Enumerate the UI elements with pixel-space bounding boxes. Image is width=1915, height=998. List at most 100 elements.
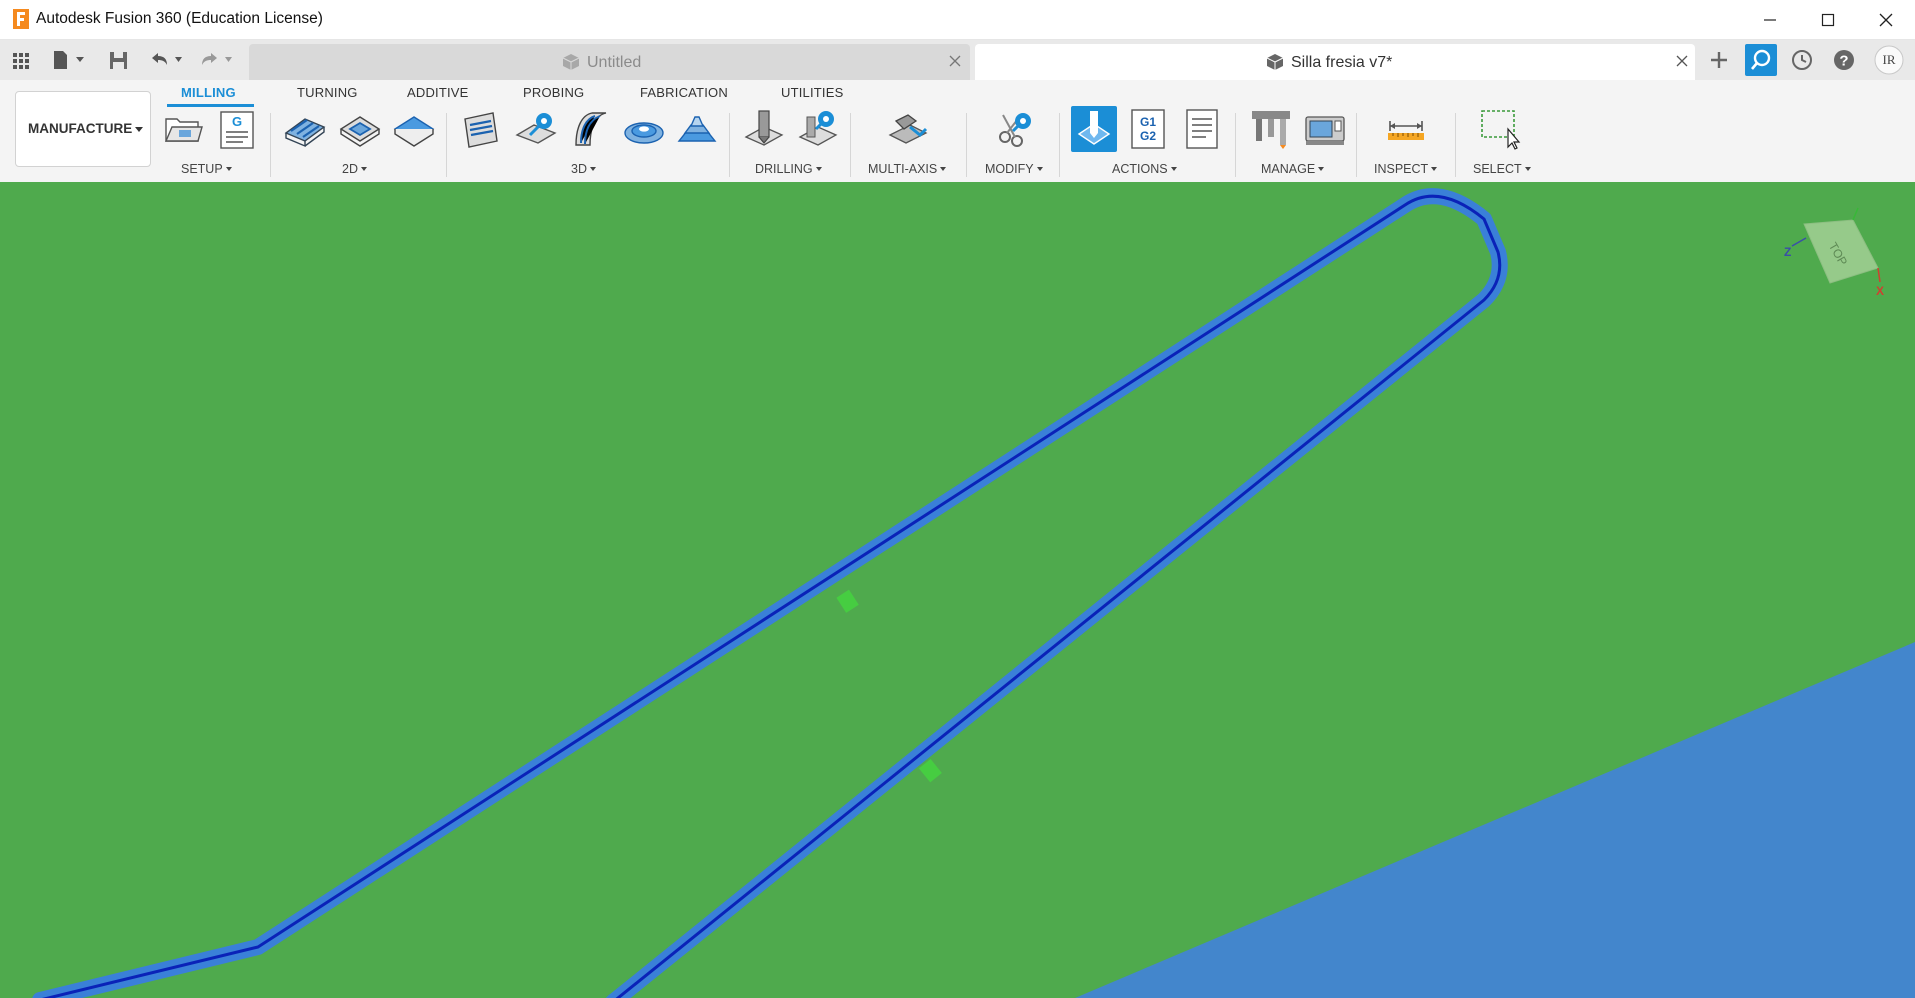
tab-utilities[interactable]: UTILITIES — [781, 85, 843, 100]
group-label-2d[interactable]: 2D — [342, 162, 367, 176]
redo-button[interactable] — [197, 44, 237, 76]
tab-turning[interactable]: TURNING — [297, 85, 358, 100]
drill-icon[interactable] — [742, 107, 786, 151]
group-label-3d[interactable]: 3D — [571, 162, 596, 176]
hole-recognition-icon[interactable] — [796, 107, 840, 151]
multi-axis-icon[interactable] — [886, 107, 930, 151]
2d-adaptive-icon[interactable] — [283, 107, 327, 151]
window-select-icon[interactable] — [1478, 107, 1522, 151]
apps-grid-button[interactable] — [10, 44, 34, 76]
file-menu-button[interactable] — [50, 44, 90, 76]
adaptive-clearing-icon[interactable] — [459, 107, 503, 151]
tool-library-icon[interactable] — [1249, 107, 1293, 151]
document-cube-icon — [562, 54, 580, 70]
tab-fabrication[interactable]: FABRICATION — [640, 85, 728, 100]
close-tab-icon[interactable] — [949, 55, 961, 67]
undo-button[interactable] — [147, 44, 187, 76]
new-tab-button[interactable] — [1704, 45, 1734, 75]
close-window-button[interactable] — [1857, 0, 1915, 39]
fusion360-window: Autodesk Fusion 360 (Education License) — [0, 0, 1915, 998]
chevron-down-icon — [815, 167, 822, 171]
tab-additive[interactable]: ADDITIVE — [407, 85, 469, 100]
chevron-down-icon — [135, 127, 143, 132]
group-label-modify[interactable]: MODIFY — [985, 162, 1043, 176]
group-divider — [446, 113, 447, 177]
chevron-down-icon — [1524, 167, 1531, 171]
file-icon — [54, 51, 84, 69]
steep-shallow-icon[interactable] — [568, 107, 612, 151]
post-process-icon[interactable]: G1 G2 — [1126, 107, 1170, 151]
extensions-button[interactable] — [1745, 44, 1777, 76]
group-label-drilling[interactable]: DRILLING — [755, 162, 822, 176]
machine-library-icon[interactable] — [1303, 107, 1347, 151]
tab-label: Untitled — [587, 54, 642, 71]
svg-text:G1: G1 — [1140, 115, 1156, 129]
contour-icon[interactable] — [675, 107, 719, 151]
group-divider — [1455, 113, 1456, 177]
close-icon — [1879, 13, 1893, 27]
help-icon: ? — [1834, 50, 1854, 70]
fusion-logo-icon — [13, 9, 29, 29]
group-label-actions[interactable]: ACTIONS — [1112, 162, 1177, 176]
workspace-switcher[interactable]: MANUFACTURE — [15, 91, 151, 167]
chevron-down-icon — [1036, 167, 1043, 171]
scallop-icon[interactable] — [622, 107, 666, 151]
chevron-down-icon — [940, 167, 947, 171]
group-divider — [850, 113, 851, 177]
new-tab-plus-icon — [1711, 52, 1727, 68]
maximize-button[interactable] — [1799, 0, 1857, 39]
chevron-down-icon — [1318, 167, 1325, 171]
tab-untitled[interactable]: Untitled — [249, 44, 970, 80]
minimize-button[interactable] — [1741, 0, 1799, 39]
group-divider — [1235, 113, 1236, 177]
extensions-icon — [1751, 49, 1771, 70]
simulate-icon[interactable] — [1071, 106, 1117, 152]
group-label-multi-axis[interactable]: MULTI-AXIS — [868, 162, 947, 176]
ribbon-toolbar: MANUFACTURE MILLING TURNING ADDITIVE PRO… — [0, 80, 1915, 183]
workspace-label: MANUFACTURE — [28, 121, 133, 136]
window-title: Autodesk Fusion 360 (Education License) — [36, 10, 323, 27]
apps-grid-icon — [13, 53, 29, 69]
user-avatar[interactable]: IR — [1873, 44, 1905, 76]
svg-text:G2: G2 — [1140, 129, 1156, 143]
tab-milling[interactable]: MILLING — [181, 85, 236, 100]
chevron-down-icon — [225, 167, 232, 171]
document-tab-bar: Untitled Silla fresia v7* ? IR — [0, 40, 1915, 80]
measure-icon[interactable] — [1384, 107, 1428, 151]
user-initials: IR — [1882, 52, 1896, 67]
chevron-down-icon — [360, 167, 367, 171]
group-label-manage[interactable]: MANAGE — [1261, 162, 1325, 176]
face-icon[interactable] — [392, 107, 436, 151]
group-label-select[interactable]: SELECT — [1473, 162, 1531, 176]
group-divider — [729, 113, 730, 177]
job-status-button[interactable] — [1787, 45, 1817, 75]
title-bar: Autodesk Fusion 360 (Education License) — [0, 0, 1915, 40]
modify-icon[interactable] — [993, 107, 1037, 151]
graphics-canvas[interactable]: TOP Z X — [0, 182, 1915, 998]
chevron-down-icon — [1170, 167, 1177, 171]
group-label-setup[interactable]: SETUP — [181, 162, 232, 176]
setup-folder-icon[interactable] — [162, 107, 206, 151]
svg-text:?: ? — [1839, 53, 1848, 70]
job-status-clock-icon — [1792, 50, 1812, 70]
tab-probing[interactable]: PROBING — [523, 85, 584, 100]
maximize-icon — [1821, 13, 1835, 27]
group-divider — [1356, 113, 1357, 177]
nc-program-icon[interactable]: G — [215, 107, 259, 151]
tab-label: Silla fresia v7* — [1291, 54, 1393, 71]
help-button[interactable]: ? — [1829, 45, 1859, 75]
group-divider — [270, 113, 271, 177]
z-axis-label: Z — [1784, 245, 1791, 259]
pocket-clearing-icon[interactable] — [514, 107, 558, 151]
chevron-down-icon — [1431, 167, 1438, 171]
tab-silla-fresia[interactable]: Silla fresia v7* — [975, 44, 1695, 80]
close-tab-icon[interactable] — [1676, 55, 1688, 67]
group-label-inspect[interactable]: INSPECT — [1374, 162, 1438, 176]
setup-sheet-icon[interactable] — [1180, 107, 1224, 151]
x-axis-label: X — [1876, 284, 1884, 298]
viewport-scene[interactable]: TOP Z X — [0, 182, 1915, 998]
save-icon — [110, 52, 127, 69]
group-divider — [966, 113, 967, 177]
2d-pocket-icon[interactable] — [338, 107, 382, 151]
save-button[interactable] — [107, 44, 131, 76]
